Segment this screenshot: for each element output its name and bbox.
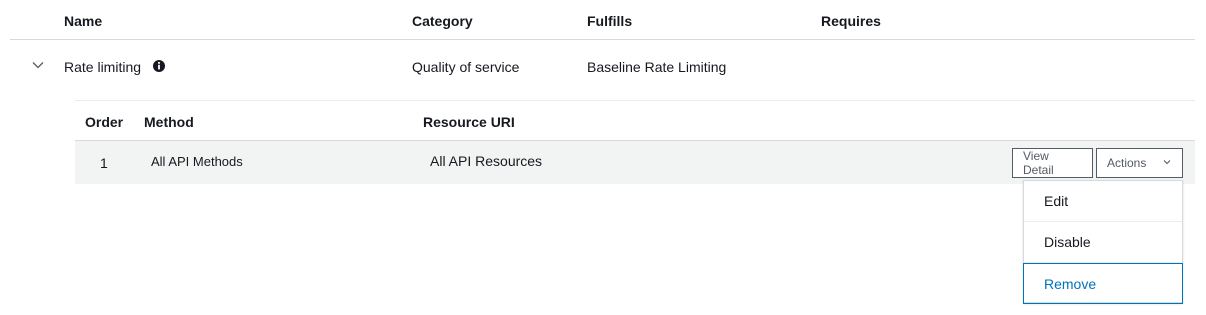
header-name: Name <box>64 13 103 29</box>
view-detail-button[interactable]: View Detail <box>1012 148 1093 178</box>
row-fulfills: Baseline Rate Limiting <box>587 59 727 75</box>
subrow-method: All API Methods <box>151 154 243 169</box>
menu-item-remove[interactable]: Remove <box>1023 263 1183 304</box>
menu-item-edit[interactable]: Edit <box>1024 181 1182 222</box>
header-category: Category <box>412 13 473 29</box>
actions-menu: Edit Disable Remove <box>1023 180 1183 304</box>
actions-button-label: Actions <box>1107 156 1147 170</box>
expand-row-chevron-down-icon[interactable] <box>31 58 45 72</box>
subtable-top-divider <box>75 100 1195 101</box>
header-requires: Requires <box>821 13 881 29</box>
menu-item-disable[interactable]: Disable <box>1024 222 1182 263</box>
row-name: Rate limiting <box>64 59 142 75</box>
row-category: Quality of service <box>412 59 520 75</box>
info-icon[interactable] <box>152 59 166 73</box>
subrow-resource-uri: All API Resources <box>430 153 543 169</box>
header-divider <box>10 39 1195 40</box>
header-fulfills: Fulfills <box>587 13 633 29</box>
subheader-order: Order <box>85 114 124 130</box>
subrow-order: 1 <box>100 155 108 171</box>
actions-dropdown-button[interactable]: Actions <box>1096 148 1183 178</box>
subheader-resource-uri: Resource URI <box>423 114 515 130</box>
subheader-method: Method <box>144 114 194 130</box>
chevron-down-icon <box>1162 156 1172 170</box>
